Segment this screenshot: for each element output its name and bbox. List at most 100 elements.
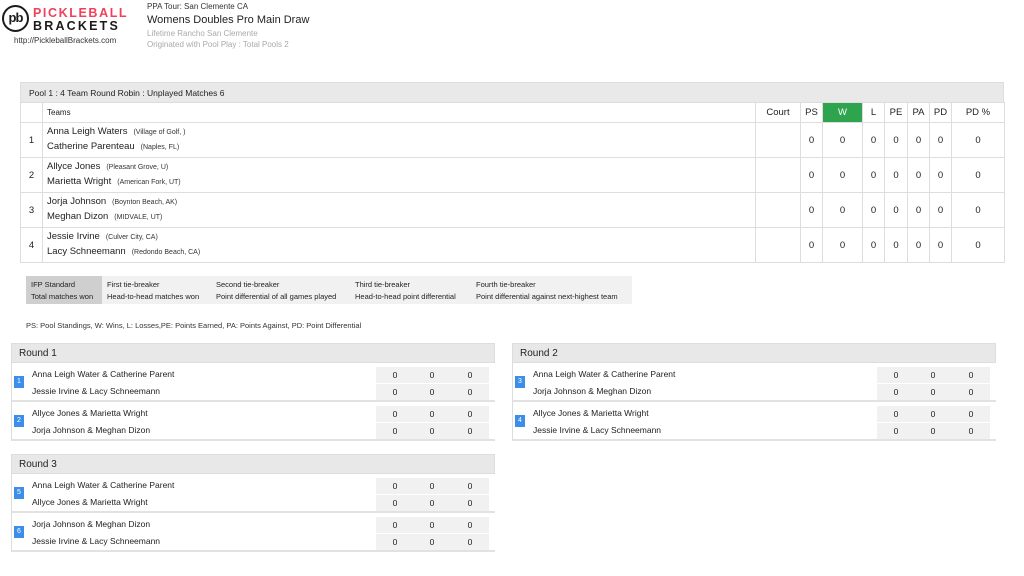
ps-cell: 0 [800, 122, 823, 158]
match-row[interactable]: 2 Allyce Jones & Marietta Wright Jorja Joh… [11, 402, 495, 441]
game-score: 0 [877, 406, 915, 422]
game-score: 0 [376, 495, 414, 511]
match-team-1: Allyce Jones & Marietta Wright [533, 408, 649, 418]
match-team-1: Anna Leigh Water & Catherine Parent [533, 369, 676, 379]
team-cell: Jorja Johnson (Boynton Beach, AK) Meghan D… [42, 192, 756, 228]
match-number-badge[interactable]: 5 [14, 487, 24, 499]
tiebreaker-second: Second tie-breaker Point differential of… [211, 276, 350, 304]
pool-standings: Pool 1 : 4 Team Round Robin : Unplayed M… [20, 82, 1005, 263]
seed-number: 3 [20, 192, 43, 228]
losses-cell: 0 [862, 122, 885, 158]
match-row[interactable]: 5 Anna Leigh Water & Catherine Parent Ally… [11, 474, 495, 513]
court-cell [755, 227, 801, 263]
wins-cell: 0 [822, 157, 863, 193]
match-row[interactable]: 3 Anna Leigh Water & Catherine Parent Jorj… [512, 363, 996, 402]
match-team-2: Allyce Jones & Marietta Wright [32, 497, 148, 507]
match-team-1: Jorja Johnson & Meghan Dizon [32, 519, 151, 529]
match-number-badge[interactable]: 1 [14, 376, 24, 388]
game-score: 0 [413, 495, 451, 511]
match-number-badge[interactable]: 6 [14, 526, 24, 538]
tiebreaker-title: Second tie-breaker [216, 280, 280, 289]
match-row[interactable]: 1 Anna Leigh Water & Catherine Parent Jess… [11, 363, 495, 402]
wins-cell: 0 [822, 192, 863, 228]
pd-pct-cell: 0 [951, 227, 1005, 263]
match-number-badge[interactable]: 4 [515, 415, 525, 427]
player-name[interactable]: Marietta Wright [47, 176, 111, 187]
team-row[interactable]: 3 Jorja Johnson (Boynton Beach, AK) Meghan … [20, 192, 1005, 228]
game-score: 0 [413, 534, 451, 550]
pe-cell: 0 [884, 192, 908, 228]
game-score: 0 [376, 534, 414, 550]
game-score: 0 [952, 384, 990, 400]
match-row[interactable]: 6 Jorja Johnson & Meghan Dizon Jessie Irvi… [11, 513, 495, 552]
game-score: 0 [413, 406, 451, 422]
player-location: (Redondo Beach, CA) [131, 249, 201, 256]
player-name[interactable]: Catherine Parenteau [47, 141, 135, 152]
player-name[interactable]: Lacy Schneemann [47, 246, 126, 257]
tiebreaker-first: First tie-breaker Head-to-head matches w… [102, 276, 211, 304]
round-3-panel: Round 3 5 Anna Leigh Water & Catherine Pa… [11, 454, 495, 552]
tiebreaker-title: Fourth tie-breaker [476, 280, 536, 289]
match-number-badge[interactable]: 2 [14, 415, 24, 427]
tiebreaker-desc: Head-to-head matches won [107, 292, 200, 301]
player-location: (Naples, FL) [140, 144, 180, 151]
match-row[interactable]: 4 Allyce Jones & Marietta Wright Jessie Ir… [512, 402, 996, 441]
seed-header [20, 102, 43, 123]
game-score: 0 [376, 406, 414, 422]
game-score: 0 [914, 384, 952, 400]
pool-title: Pool 1 : 4 Team Round Robin : Unplayed M… [20, 82, 1004, 102]
match-team-2: Jessie Irvine & Lacy Schneemann [32, 536, 161, 546]
pa-cell: 0 [907, 192, 930, 228]
tiebreaker-ifp-standard: IFP Standard Total matches won [26, 276, 102, 304]
game-score: 0 [877, 367, 915, 383]
game-score: 0 [451, 517, 489, 533]
match-team-1: Allyce Jones & Marietta Wright [32, 408, 148, 418]
round-title: Round 3 [11, 454, 495, 474]
teams-header: Teams [42, 102, 756, 123]
team-row[interactable]: 4 Jessie Irvine (Culver City, CA) Lacy Schn… [20, 227, 1005, 263]
game-score: 0 [952, 423, 990, 439]
site-url[interactable]: http://PickleballBrackets.com [14, 36, 116, 45]
game-score: 0 [877, 384, 915, 400]
player-line: Jorja Johnson (Boynton Beach, AK) [47, 195, 755, 210]
player-location: (MIDVALE, UT) [114, 214, 163, 221]
player-name[interactable]: Jessie Irvine [47, 231, 100, 242]
pickleball-brackets-logo[interactable]: pb PICKLEBALL BRACKETS [2, 5, 127, 35]
pd-cell: 0 [929, 122, 952, 158]
match-team-1: Anna Leigh Water & Catherine Parent [32, 369, 175, 379]
tour-name: PPA Tour: San Clemente CA [147, 2, 249, 11]
tiebreaker-title: Third tie-breaker [355, 280, 411, 289]
player-name[interactable]: Allyce Jones [47, 161, 100, 172]
player-line: Marietta Wright (American Fork, UT) [47, 175, 755, 190]
wins-header: W [822, 102, 863, 123]
game-score: 0 [413, 478, 451, 494]
match-team-2: Jessie Irvine & Lacy Schneemann [32, 386, 161, 396]
game-score: 0 [413, 384, 451, 400]
tiebreaker-desc: Point differential against next-highest … [476, 292, 618, 301]
match-number-badge[interactable]: 3 [515, 376, 525, 388]
losses-header: L [862, 102, 885, 123]
game-score: 0 [413, 517, 451, 533]
court-cell [755, 157, 801, 193]
seed-number: 2 [20, 157, 43, 193]
venue-name: Lifetime Rancho San Clemente [147, 29, 258, 38]
wins-cell: 0 [822, 122, 863, 158]
game-score: 0 [914, 423, 952, 439]
pd-cell: 0 [929, 227, 952, 263]
game-score: 0 [451, 534, 489, 550]
player-name[interactable]: Anna Leigh Waters [47, 126, 127, 137]
game-score: 0 [451, 423, 489, 439]
player-name[interactable]: Jorja Johnson [47, 196, 106, 207]
court-cell [755, 192, 801, 228]
standings-table: Teams Court PS W L PE PA PD PD % 1 Anna L… [20, 102, 1005, 263]
player-name[interactable]: Meghan Dizon [47, 211, 108, 222]
tiebreaker-fourth: Fourth tie-breaker Point differential ag… [471, 276, 632, 304]
player-location: (Pleasant Grove, U) [106, 164, 169, 171]
team-cell: Jessie Irvine (Culver City, CA) Lacy Schne… [42, 227, 756, 263]
logo-mark: pb [2, 5, 29, 32]
ps-cell: 0 [800, 157, 823, 193]
game-score: 0 [413, 367, 451, 383]
team-row[interactable]: 1 Anna Leigh Waters (Village of Golf, ) Cat… [20, 122, 1005, 158]
team-row[interactable]: 2 Allyce Jones (Pleasant Grove, U) Marietta… [20, 157, 1005, 193]
pd-pct-cell: 0 [951, 192, 1005, 228]
